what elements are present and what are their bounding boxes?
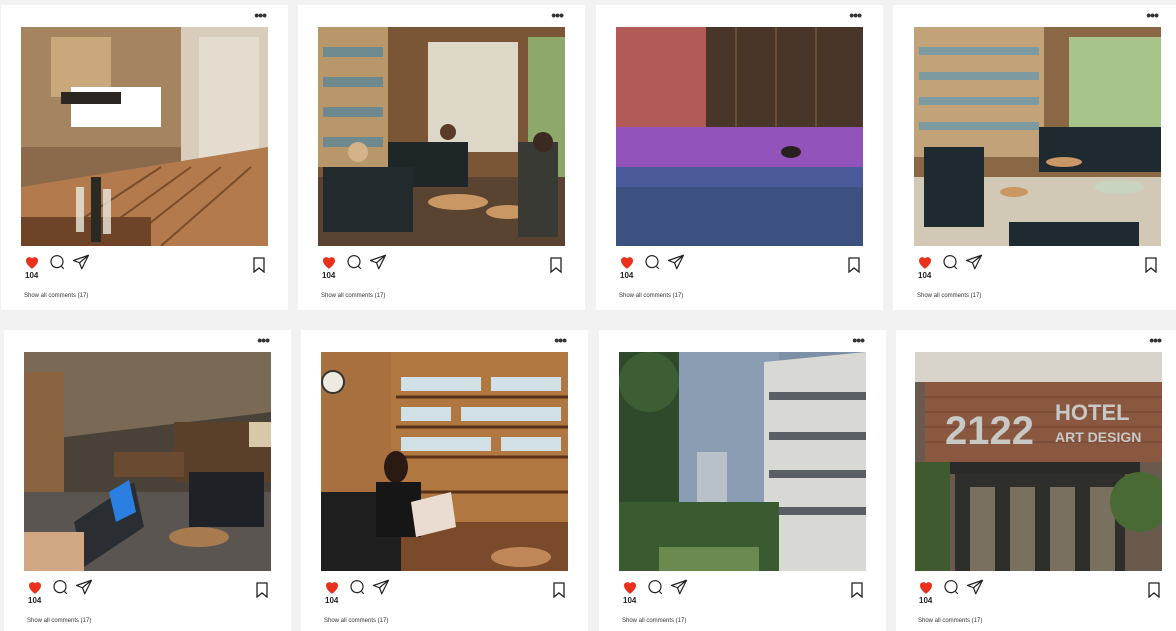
- heart-filled-icon[interactable]: [320, 253, 338, 271]
- show-comments-link[interactable]: Show all comments (17): [619, 293, 683, 299]
- like-count: 104: [28, 596, 42, 605]
- send-icon[interactable]: [369, 253, 387, 271]
- bookmark-icon[interactable]: [255, 582, 269, 598]
- bookmark-icon[interactable]: [552, 582, 566, 598]
- like-count: 104: [623, 596, 637, 605]
- reading-woman-photo: [321, 352, 568, 571]
- show-comments-link[interactable]: Show all comments (17): [622, 618, 686, 624]
- post-photo[interactable]: [21, 27, 268, 246]
- bookmark-icon[interactable]: [847, 257, 861, 273]
- like-count: 104: [919, 596, 933, 605]
- building-exterior-photo: [619, 352, 866, 571]
- send-icon[interactable]: [667, 253, 685, 271]
- heart-filled-icon[interactable]: [26, 578, 44, 596]
- hotel-facade-photo: 2122 HOTEL ART DESIGN: [915, 352, 1162, 571]
- more-options-icon[interactable]: •••: [849, 8, 862, 22]
- send-icon[interactable]: [75, 578, 93, 596]
- more-options-icon[interactable]: •••: [551, 8, 564, 22]
- post-card: ••• 104 Show all comments (17): [599, 330, 886, 631]
- heart-filled-icon[interactable]: [23, 253, 41, 271]
- post-card: ••• 104 Show all comments (17): [1, 5, 288, 310]
- like-count: 104: [322, 271, 336, 280]
- post-photo[interactable]: [24, 352, 271, 571]
- bookmark-icon[interactable]: [252, 257, 266, 273]
- bookmark-icon[interactable]: [1144, 257, 1158, 273]
- more-options-icon[interactable]: •••: [254, 8, 267, 22]
- more-options-icon[interactable]: •••: [1146, 8, 1159, 22]
- send-icon[interactable]: [72, 253, 90, 271]
- bookmark-icon[interactable]: [850, 582, 864, 598]
- heart-filled-icon[interactable]: [917, 578, 935, 596]
- night-pool-photo: [616, 27, 863, 246]
- heart-filled-icon[interactable]: [916, 253, 934, 271]
- comment-icon[interactable]: [941, 253, 959, 271]
- like-count: 104: [620, 271, 634, 280]
- post-photo[interactable]: [321, 352, 568, 571]
- show-comments-link[interactable]: Show all comments (17): [324, 618, 388, 624]
- library-lounge-photo: [318, 27, 565, 246]
- post-photo[interactable]: [318, 27, 565, 246]
- post-card: ••• 104 Show all comments (17): [301, 330, 588, 631]
- comment-icon[interactable]: [643, 253, 661, 271]
- more-options-icon[interactable]: •••: [852, 333, 865, 347]
- library-lounge-photo: [914, 27, 1161, 246]
- comment-icon[interactable]: [942, 578, 960, 596]
- post-card: ••• 104 Show all comments (17): [4, 330, 291, 631]
- send-icon[interactable]: [670, 578, 688, 596]
- comment-icon[interactable]: [646, 578, 664, 596]
- post-card: ••• 104 Show all comments (17): [596, 5, 883, 310]
- send-icon[interactable]: [372, 578, 390, 596]
- heart-filled-icon[interactable]: [621, 578, 639, 596]
- bookmark-icon[interactable]: [1147, 582, 1161, 598]
- hotel-sign-tagline: ART DESIGN: [1055, 429, 1141, 445]
- send-icon[interactable]: [966, 578, 984, 596]
- bookmark-icon[interactable]: [549, 257, 563, 273]
- more-options-icon[interactable]: •••: [257, 333, 270, 347]
- send-icon[interactable]: [965, 253, 983, 271]
- hotel-sign-number: 2122: [945, 409, 1034, 453]
- comment-icon[interactable]: [48, 253, 66, 271]
- bedroom-balcony-photo: [21, 27, 268, 246]
- post-photo[interactable]: [619, 352, 866, 571]
- post-card: ••• 2122 HOTEL ART DESIGN 104 Show all c…: [896, 330, 1176, 631]
- post-card: ••• 104 Show all comments (17): [893, 5, 1176, 310]
- more-options-icon[interactable]: •••: [554, 333, 567, 347]
- like-count: 104: [918, 271, 932, 280]
- show-comments-link[interactable]: Show all comments (17): [918, 618, 982, 624]
- lobby-laptop-photo: [24, 352, 271, 571]
- comment-icon[interactable]: [51, 578, 69, 596]
- post-photo[interactable]: 2122 HOTEL ART DESIGN: [915, 352, 1162, 571]
- comment-icon[interactable]: [348, 578, 366, 596]
- hotel-sign-name: HOTEL: [1055, 400, 1130, 425]
- like-count: 104: [325, 596, 339, 605]
- post-card: ••• 104 Show all comments (17): [298, 5, 585, 310]
- heart-filled-icon[interactable]: [618, 253, 636, 271]
- show-comments-link[interactable]: Show all comments (17): [24, 293, 88, 299]
- more-options-icon[interactable]: •••: [1149, 333, 1162, 347]
- heart-filled-icon[interactable]: [323, 578, 341, 596]
- comment-icon[interactable]: [345, 253, 363, 271]
- post-photo[interactable]: [616, 27, 863, 246]
- show-comments-link[interactable]: Show all comments (17): [27, 618, 91, 624]
- post-photo[interactable]: [914, 27, 1161, 246]
- show-comments-link[interactable]: Show all comments (17): [917, 293, 981, 299]
- show-comments-link[interactable]: Show all comments (17): [321, 293, 385, 299]
- like-count: 104: [25, 271, 39, 280]
